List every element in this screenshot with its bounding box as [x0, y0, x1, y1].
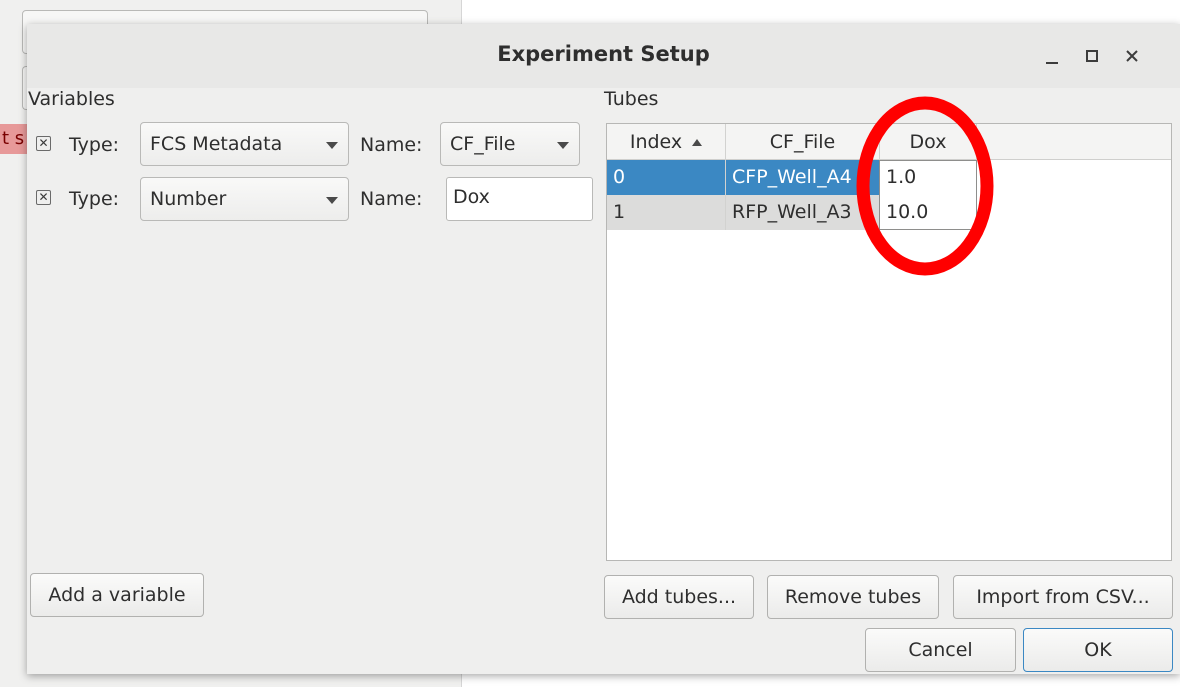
name-dropdown-value: CF_File	[450, 133, 516, 155]
import-from-csv-button[interactable]: Import from CSV...	[953, 575, 1173, 619]
type-dropdown[interactable]: FCS Metadata	[140, 122, 349, 166]
table-row[interactable]: 0 CFP_Well_A4 1.0	[607, 160, 1171, 195]
type-dropdown[interactable]: Number	[140, 177, 349, 221]
remove-variable-icon[interactable]: ✕	[36, 136, 51, 151]
add-tubes-button[interactable]: Add tubes...	[604, 575, 754, 619]
cancel-button[interactable]: Cancel	[865, 628, 1016, 672]
name-input[interactable]	[453, 186, 583, 208]
chevron-down-icon	[326, 197, 338, 204]
cell-index: 0	[607, 160, 726, 195]
cell-index: 1	[607, 195, 726, 230]
cell-dox-editor[interactable]: 1.0	[880, 160, 977, 195]
minimize-icon[interactable]	[1037, 41, 1067, 71]
tubes-label: Tubes	[604, 88, 659, 110]
remove-variable-icon[interactable]: ✕	[36, 190, 51, 205]
ok-button[interactable]: OK	[1023, 628, 1173, 672]
experiment-setup-dialog: Experiment Setup Variables ✕ Type: FCS M…	[27, 24, 1180, 674]
table-row[interactable]: 1 RFP_Well_A3 10.0	[607, 195, 1171, 230]
type-dropdown-value: FCS Metadata	[150, 133, 283, 155]
dialog-title: Experiment Setup	[497, 42, 710, 66]
tubes-table[interactable]: Index CF_File Dox 0 CFP_Well_A4 1.0 1 RF…	[606, 123, 1172, 561]
remove-tubes-button[interactable]: Remove tubes	[767, 575, 939, 619]
maximize-icon[interactable]	[1077, 41, 1107, 71]
name-dropdown[interactable]: CF_File	[440, 122, 580, 166]
name-label: Name:	[360, 188, 423, 210]
dialog-titlebar[interactable]: Experiment Setup	[27, 24, 1180, 88]
chevron-down-icon	[326, 142, 338, 149]
add-variable-button[interactable]: Add a variable	[30, 573, 204, 617]
type-dropdown-value: Number	[150, 188, 227, 210]
cell-dox-editor[interactable]: 10.0	[880, 195, 977, 230]
sort-ascending-icon	[692, 139, 703, 146]
column-header-index[interactable]: Index	[607, 124, 726, 160]
column-header-dox[interactable]: Dox	[880, 124, 977, 160]
type-label: Type:	[69, 134, 120, 156]
background-error-label: t s	[0, 124, 28, 154]
name-label: Name:	[360, 134, 423, 156]
name-field[interactable]	[446, 177, 593, 221]
close-icon[interactable]	[1117, 41, 1147, 71]
chevron-down-icon	[557, 142, 569, 149]
column-header-cf-file[interactable]: CF_File	[726, 124, 880, 160]
cell-cf-file: RFP_Well_A3	[726, 195, 880, 230]
type-label: Type:	[69, 188, 120, 210]
cell-cf-file: CFP_Well_A4	[726, 160, 880, 195]
table-header: Index CF_File Dox	[607, 124, 1171, 160]
variables-label: Variables	[28, 88, 115, 110]
